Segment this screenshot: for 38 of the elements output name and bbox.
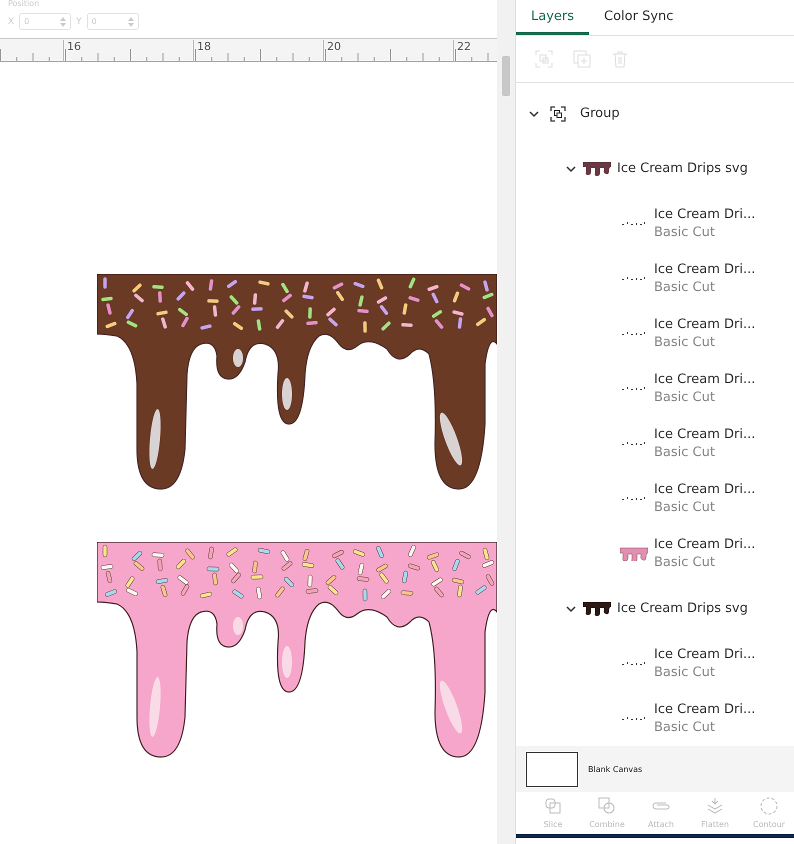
dashed-circle-icon bbox=[759, 796, 779, 816]
layer-name[interactable]: Ice Cream Dri... bbox=[654, 207, 756, 222]
layer-name[interactable]: Ice Cream Drips svg bbox=[617, 601, 748, 616]
cut-type-label: Basic Cut bbox=[654, 335, 716, 350]
combine-icon bbox=[597, 796, 617, 816]
canvas-thumbnail[interactable] bbox=[526, 752, 578, 786]
flatten-icon bbox=[705, 796, 725, 816]
layer-name[interactable]: Ice Cream Dri... bbox=[654, 427, 756, 442]
layer-name[interactable]: Ice Cream Dri... bbox=[654, 262, 756, 277]
cut-type-label: Basic Cut bbox=[654, 445, 716, 460]
layer-name[interactable]: Ice Cream Dri... bbox=[654, 482, 756, 497]
ruler-label: 20 bbox=[323, 40, 341, 62]
layer-name[interactable]: Group bbox=[580, 106, 620, 121]
ruler-label: 16 bbox=[63, 40, 81, 62]
canvas-label: Blank Canvas bbox=[588, 764, 642, 774]
cut-type-label: Basic Cut bbox=[654, 390, 716, 405]
layer-name[interactable]: Ice Cream Dri... bbox=[654, 317, 756, 332]
group-icon bbox=[550, 106, 566, 122]
layer-thumbnail bbox=[583, 602, 611, 616]
layer-thumbnail bbox=[620, 546, 648, 560]
layer-name[interactable]: Ice Cream Dri... bbox=[654, 702, 756, 717]
panel-tab[interactable]: Layers bbox=[516, 0, 590, 35]
cut-type-label: Basic Cut bbox=[654, 555, 716, 570]
slice-icon bbox=[543, 796, 563, 816]
cut-type-label: Basic Cut bbox=[654, 280, 716, 295]
layer-name[interactable]: Ice Cream Drips svg bbox=[617, 161, 748, 176]
cut-type-label: Basic Cut bbox=[654, 665, 716, 680]
panel-tab[interactable]: Color Sync bbox=[589, 0, 688, 35]
cut-type-label: Basic Cut bbox=[654, 500, 716, 515]
layer-name[interactable]: Ice Cream Dri... bbox=[654, 537, 756, 552]
ruler-label: 22 bbox=[453, 40, 471, 62]
layer-thumbnail bbox=[583, 162, 611, 176]
ruler-label: 18 bbox=[193, 40, 211, 62]
layer-name[interactable]: Ice Cream Dri... bbox=[654, 647, 756, 662]
layer-name[interactable]: Ice Cream Dri... bbox=[654, 372, 756, 387]
cut-type-label: Basic Cut bbox=[654, 720, 716, 735]
cut-type-label: Basic Cut bbox=[654, 225, 716, 240]
scrollbar-thumb[interactable] bbox=[502, 56, 510, 96]
